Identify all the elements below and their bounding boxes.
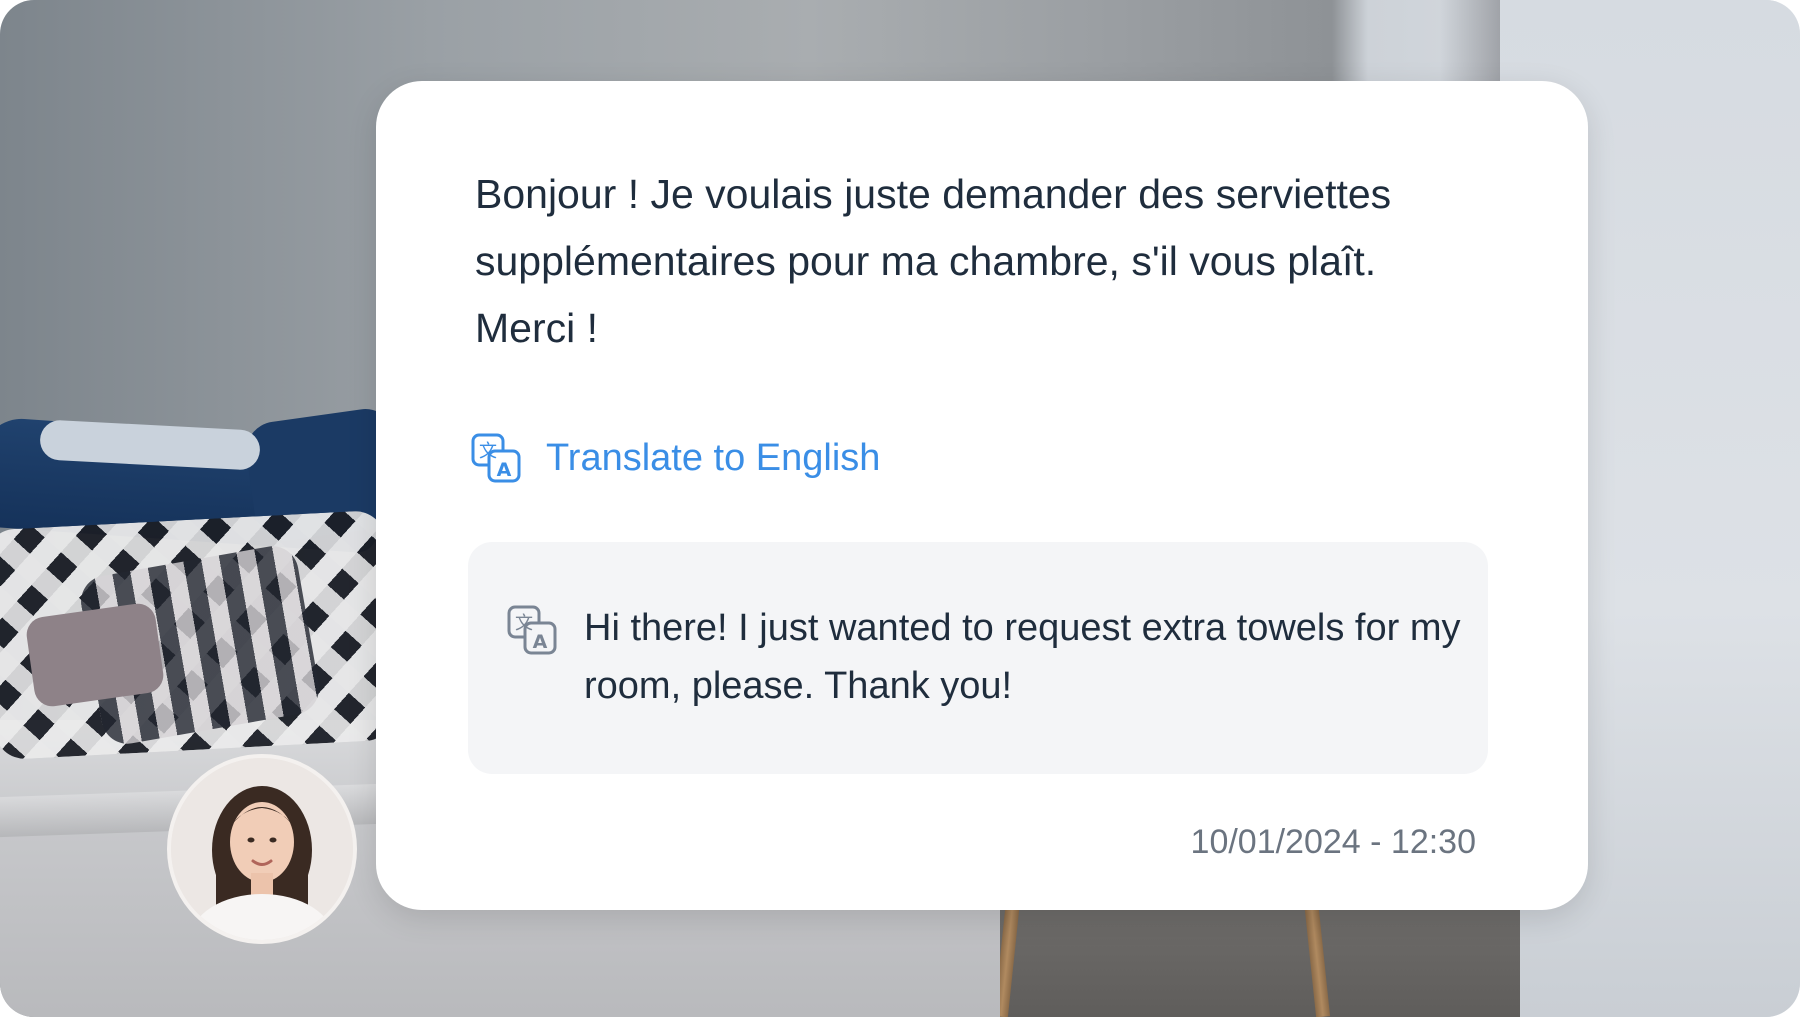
background-photo: Bonjour ! Je voulais juste demander des … [0, 0, 1800, 1017]
translated-message-text: Hi there! I just wanted to request extra… [584, 607, 1461, 707]
translate-to-english-button[interactable]: 文 A Translate to English [470, 428, 880, 488]
svg-text:文: 文 [515, 613, 533, 634]
svg-text:文: 文 [479, 441, 497, 462]
svg-text:A: A [497, 459, 512, 481]
original-message-text: Bonjour ! Je voulais juste demander des … [475, 171, 1392, 351]
user-avatar [167, 754, 357, 944]
message-timestamp: 10/01/2024 - 12:30 [1190, 823, 1476, 861]
pillow [24, 601, 166, 709]
translate-icon: 文 A [471, 433, 521, 483]
chat-message-card: Bonjour ! Je voulais juste demander des … [376, 81, 1588, 910]
translate-link-label: Translate to English [546, 436, 881, 479]
floor [960, 900, 1520, 1017]
translation-result-panel: 文 A Hi there! I just wanted to request e… [468, 542, 1488, 774]
svg-text:A: A [533, 631, 548, 653]
translate-icon: 文 A [507, 605, 557, 655]
avatar-portrait [171, 758, 353, 940]
